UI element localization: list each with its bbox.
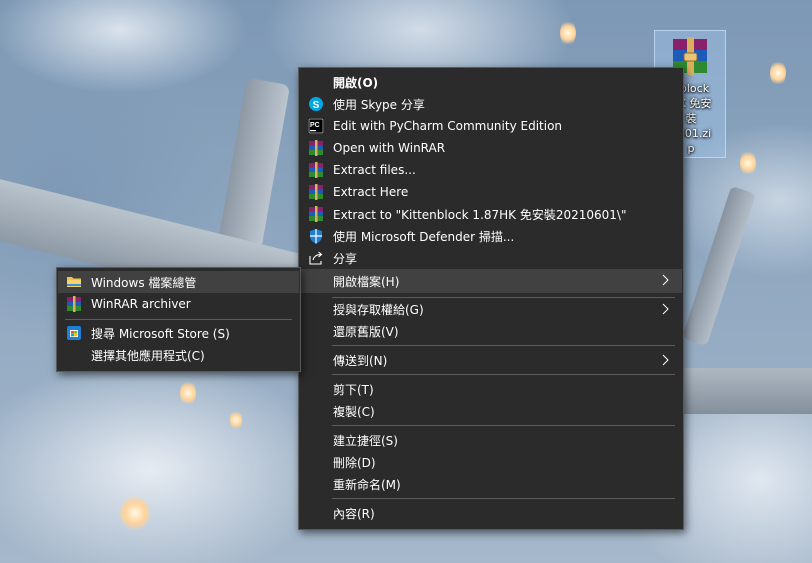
wallpaper-flare (740, 150, 756, 176)
context-menu: 開啟(O) S 使用 Skype 分享 PC Edit with PyCharm… (298, 67, 684, 530)
menu-item-label: 使用 Microsoft Defender 掃描... (333, 229, 515, 244)
menu-item-give-access[interactable]: 授與存取權給(G) (300, 298, 682, 320)
menu-separator (332, 374, 675, 375)
menu-item-label: Edit with PyCharm Community Edition (333, 119, 563, 133)
winrar-icon (308, 206, 324, 222)
submenu-item-choose-other-app[interactable]: 選擇其他應用程式(C) (58, 344, 299, 366)
menu-item-open-with[interactable]: 開啟檔案(H) (300, 269, 682, 293)
menu-item-label: Open with WinRAR (333, 141, 446, 155)
menu-item-label: 使用 Skype 分享 (333, 97, 425, 112)
wallpaper-flare (230, 410, 242, 430)
menu-item-copy[interactable]: 複製(C) (300, 400, 682, 422)
menu-separator (332, 345, 675, 346)
menu-item-properties[interactable]: 內容(R) (300, 502, 682, 524)
submenu-item-label: 選擇其他應用程式(C) (91, 348, 205, 363)
chevron-right-icon (662, 274, 669, 286)
wallpaper-flare (560, 20, 576, 46)
wallpaper-flare (180, 380, 196, 406)
menu-item-label: 分享 (333, 251, 358, 266)
menu-item-label: Extract to "Kittenblock 1.87HK 免安裝202106… (333, 207, 627, 222)
menu-separator (65, 319, 292, 320)
menu-item-label: Extract Here (333, 185, 409, 199)
microsoft-store-icon (66, 325, 82, 341)
menu-item-extract-files[interactable]: Extract files... (300, 159, 682, 181)
submenu-item-label: WinRAR archiver (91, 297, 191, 311)
menu-item-send-to[interactable]: 傳送到(N) (300, 349, 682, 371)
winrar-icon (308, 140, 324, 156)
menu-item-rename[interactable]: 重新命名(M) (300, 473, 682, 495)
chevron-right-icon (662, 354, 669, 366)
menu-item-label: 建立捷徑(S) (333, 433, 398, 448)
wallpaper-jet-tail (681, 185, 757, 347)
winrar-icon (66, 296, 82, 312)
chevron-right-icon (662, 303, 669, 315)
winrar-icon (308, 162, 324, 178)
menu-item-delete[interactable]: 刪除(D) (300, 451, 682, 473)
wallpaper-flare (120, 495, 150, 531)
menu-item-open-with-winrar[interactable]: Open with WinRAR (300, 137, 682, 159)
share-icon (308, 250, 324, 266)
menu-item-label: 授與存取權給(G) (333, 302, 424, 317)
winrar-icon (308, 184, 324, 200)
menu-item-extract-here[interactable]: Extract Here (300, 181, 682, 203)
menu-item-cut[interactable]: 剪下(T) (300, 378, 682, 400)
menu-item-label: 複製(C) (333, 404, 375, 419)
menu-item-label: Extract files... (333, 163, 416, 177)
menu-item-create-shortcut[interactable]: 建立捷徑(S) (300, 429, 682, 451)
menu-separator (332, 425, 675, 426)
submenu-item-label: 搜尋 Microsoft Store (S) (91, 326, 230, 341)
menu-item-open[interactable]: 開啟(O) (300, 71, 682, 93)
submenu-item-winrar-archiver[interactable]: WinRAR archiver (58, 293, 299, 315)
menu-item-edit-pycharm[interactable]: PC Edit with PyCharm Community Edition (300, 115, 682, 137)
menu-item-label: 開啟檔案(H) (333, 274, 400, 289)
defender-shield-icon (308, 228, 324, 244)
menu-item-label: 傳送到(N) (333, 353, 388, 368)
menu-item-label: 內容(R) (333, 506, 375, 521)
menu-item-extract-to[interactable]: Extract to "Kittenblock 1.87HK 免安裝202106… (300, 203, 682, 225)
menu-item-label: 剪下(T) (333, 382, 374, 397)
menu-item-share[interactable]: 分享 (300, 247, 682, 269)
file-explorer-folder-icon (66, 274, 82, 290)
svg-text:PC: PC (310, 122, 320, 129)
menu-item-label: 開啟(O) (333, 75, 379, 90)
menu-item-label: 刪除(D) (333, 455, 376, 470)
menu-item-label: 還原舊版(V) (333, 324, 399, 339)
wallpaper-flare (770, 60, 786, 86)
submenu-item-search-store[interactable]: 搜尋 Microsoft Store (S) (58, 322, 299, 344)
skype-icon: S (308, 96, 324, 112)
menu-item-label: 重新命名(M) (333, 477, 401, 492)
submenu-item-label: Windows 檔案總管 (91, 275, 197, 290)
svg-text:S: S (313, 100, 320, 111)
menu-item-skype-share[interactable]: S 使用 Skype 分享 (300, 93, 682, 115)
wallpaper-jet-wing-right (672, 368, 812, 414)
pycharm-icon: PC (308, 118, 324, 134)
open-with-submenu: Windows 檔案總管 WinRAR archiver 搜尋 Microsof… (56, 267, 301, 372)
menu-separator (332, 498, 675, 499)
menu-item-restore-previous[interactable]: 還原舊版(V) (300, 320, 682, 342)
menu-item-defender-scan[interactable]: 使用 Microsoft Defender 掃描... (300, 225, 682, 247)
submenu-item-file-explorer[interactable]: Windows 檔案總管 (58, 271, 299, 293)
